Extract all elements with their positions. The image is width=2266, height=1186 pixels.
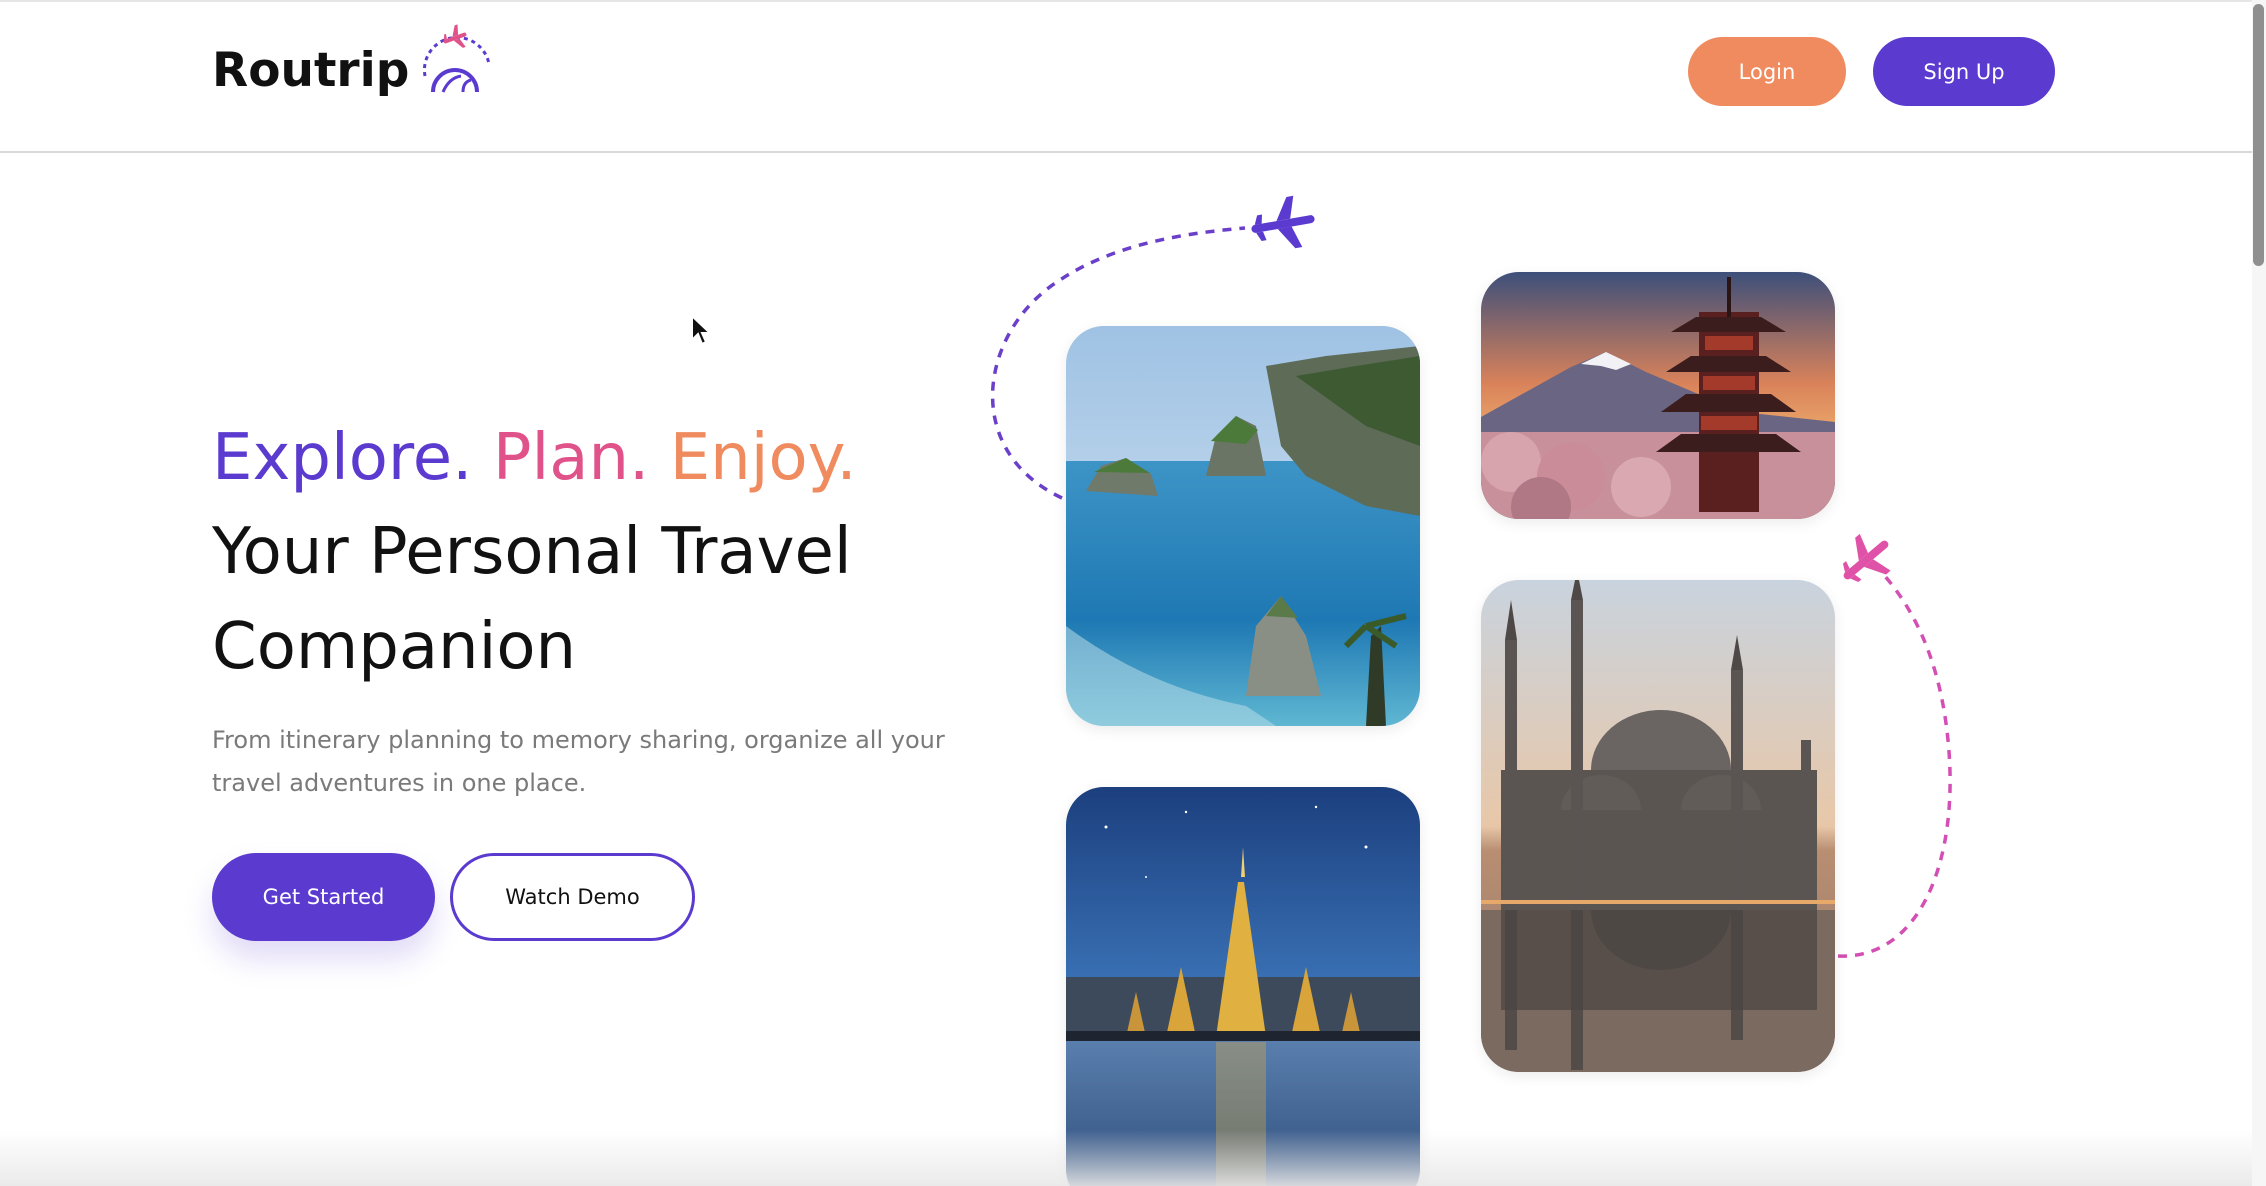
watch-demo-button[interactable]: Watch Demo (450, 853, 695, 941)
hero-title-line2: Companion (212, 610, 577, 684)
landing-page: Routrip Login Sign Up Explore. Plan. Enj… (0, 0, 2266, 1186)
plane-icon-purple (1251, 195, 1315, 249)
hero-title-line1: Your Personal Travel (212, 515, 852, 589)
hero-tagline: Explore. Plan. Enjoy. (212, 412, 857, 504)
temple-night-icon (1066, 787, 1420, 1186)
logo[interactable]: Routrip (212, 24, 495, 110)
bangkok-temple-image (1066, 787, 1420, 1186)
logo-text: Routrip (212, 42, 410, 98)
logo-globe-plane-icon (423, 24, 491, 93)
bali-coast-image (1066, 326, 1420, 726)
japan-pagoda-image (1481, 272, 1835, 519)
get-started-button[interactable]: Get Started (212, 853, 435, 941)
tagline-explore: Explore. (212, 421, 473, 495)
coastal-cliffs-icon (1066, 326, 1420, 726)
hero-description: From itinerary planning to memory sharin… (212, 726, 945, 797)
signup-button[interactable]: Sign Up (1873, 37, 2055, 106)
scrollbar-thumb[interactable] (2253, 4, 2264, 266)
login-button[interactable]: Login (1688, 37, 1846, 106)
dashed-flight-path-right (1837, 558, 1952, 958)
site-header: Routrip Login Sign Up (0, 0, 2252, 153)
istanbul-mosque-image (1481, 580, 1835, 1072)
mosque-reflection-icon (1481, 580, 1835, 1072)
tagline-enjoy: Enjoy. (669, 421, 857, 495)
hero-title: Your Personal Travel Companion (212, 505, 1032, 695)
mouse-cursor-icon (691, 314, 712, 346)
pagoda-mountain-icon (1481, 272, 1835, 519)
tagline-plan: Plan. (492, 421, 650, 495)
bottom-fade (0, 1130, 2252, 1186)
plane-icon-pink (1842, 533, 1891, 583)
